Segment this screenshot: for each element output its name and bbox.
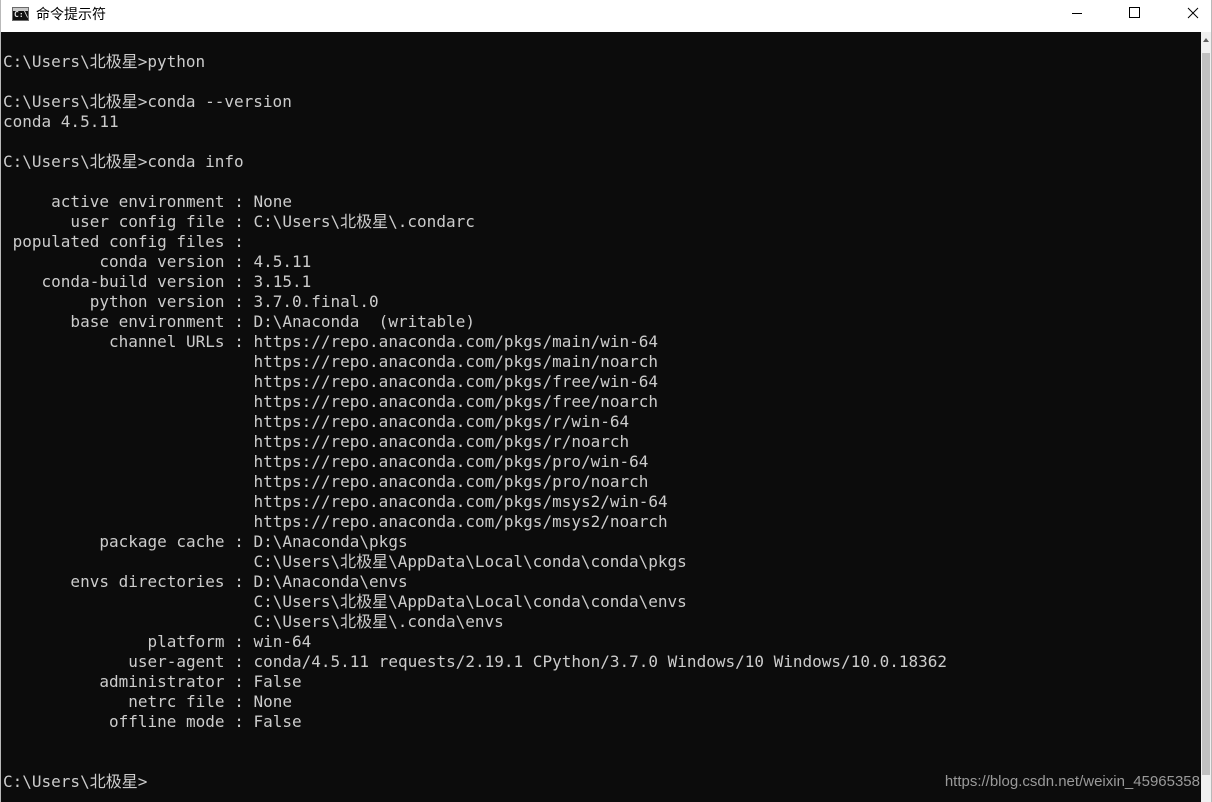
console-line: https://repo.anaconda.com/pkgs/msys2/noa…	[3, 512, 668, 531]
console-line: conda-build version : 3.15.1	[3, 272, 312, 291]
console-line: C:\Users\北极星\AppData\Local\conda\conda\p…	[3, 552, 687, 571]
console-line: populated config files :	[3, 232, 244, 251]
minimize-icon	[1072, 13, 1082, 14]
console-line: user-agent : conda/4.5.11 requests/2.19.…	[3, 652, 948, 671]
console-line: https://repo.anaconda.com/pkgs/main/noar…	[3, 352, 659, 371]
console-line: conda version : 4.5.11	[3, 252, 312, 271]
console-line: netrc file : None	[3, 692, 292, 711]
console-line: administrator : False	[3, 672, 302, 691]
console-line: C:\Users\北极星>python	[3, 52, 206, 71]
console-line: C:\Users\北极星\AppData\Local\conda\conda\e…	[3, 592, 687, 611]
console-line: https://repo.anaconda.com/pkgs/free/noar…	[3, 392, 659, 411]
console-line: python version : 3.7.0.final.0	[3, 292, 379, 311]
scroll-up-arrow-icon[interactable]	[1201, 32, 1211, 49]
console-line: package cache : D:\Anaconda\pkgs	[3, 532, 408, 551]
close-button[interactable]	[1164, 0, 1211, 29]
title-bar[interactable]: C:\ 命令提示符	[1, 0, 1211, 32]
cmd-icon[interactable]: C:\	[12, 7, 29, 21]
command-prompt-window: C:\ 命令提示符 C:\Users\北极星>python C:\Users\北极…	[0, 0, 1212, 802]
console-line: https://repo.anaconda.com/pkgs/r/win-64	[3, 412, 630, 431]
console-line: active environment : None	[3, 192, 292, 211]
console-line: https://repo.anaconda.com/pkgs/pro/noarc…	[3, 472, 649, 491]
console-line: C:\Users\北极星>conda info	[3, 152, 244, 171]
console-line: envs directories : D:\Anaconda\envs	[3, 572, 408, 591]
console-line: channel URLs : https://repo.anaconda.com…	[3, 332, 659, 351]
console-line: C:\Users\北极星>	[3, 772, 148, 791]
maximize-button[interactable]	[1106, 0, 1164, 29]
cmd-icon-glyph: C:\	[14, 10, 29, 19]
vertical-scrollbar[interactable]	[1201, 32, 1211, 802]
window-title: 命令提示符	[36, 7, 106, 23]
close-icon	[1187, 7, 1199, 19]
maximize-icon	[1129, 7, 1140, 18]
scrollbar-thumb[interactable]	[1202, 53, 1210, 775]
console-line: C:\Users\北极星>conda --version	[3, 92, 292, 111]
console-line: https://repo.anaconda.com/pkgs/free/win-…	[3, 372, 659, 391]
console-line: user config file : C:\Users\北极星\.condarc	[3, 212, 475, 231]
console-output[interactable]: C:\Users\北极星>python C:\Users\北极星>conda --…	[1, 32, 1201, 802]
console-line: C:\Users\北极星\.conda\envs	[3, 612, 504, 631]
console-line: https://repo.anaconda.com/pkgs/msys2/win…	[3, 492, 668, 511]
console-line: platform : win-64	[3, 632, 312, 651]
console-line: https://repo.anaconda.com/pkgs/r/noarch	[3, 432, 630, 451]
watermark-url: https://blog.csdn.net/weixin_45965358	[944, 773, 1200, 790]
console-line: conda 4.5.11	[3, 112, 119, 131]
console-line: base environment : D:\Anaconda (writable…	[3, 312, 476, 331]
minimize-button[interactable]	[1048, 0, 1106, 29]
console-line: https://repo.anaconda.com/pkgs/pro/win-6…	[3, 452, 649, 471]
console-line: offline mode : False	[3, 712, 302, 731]
